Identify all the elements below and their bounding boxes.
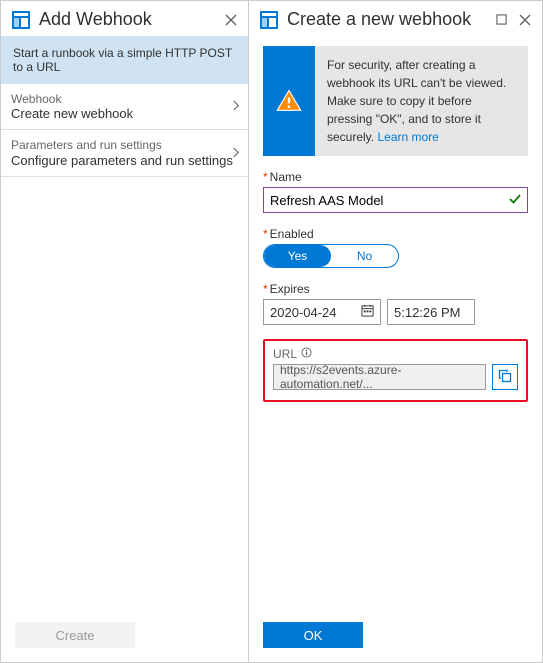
warning-icon bbox=[263, 46, 315, 156]
add-webhook-pane: Add Webhook Start a runbook via a simple… bbox=[1, 1, 249, 662]
right-footer: OK bbox=[249, 612, 542, 662]
right-title: Create a new webhook bbox=[287, 9, 494, 30]
name-label: *Name bbox=[263, 170, 528, 184]
chevron-right-icon bbox=[233, 146, 240, 161]
left-header-controls bbox=[224, 13, 238, 27]
toggle-no[interactable]: No bbox=[331, 245, 398, 267]
check-icon bbox=[509, 193, 521, 208]
menu-label: Parameters and run settings bbox=[11, 138, 233, 152]
field-expires: *Expires 2020-04-24 5:12:26 PM bbox=[263, 282, 528, 325]
url-value: https://s2events.azure-automation.net/..… bbox=[280, 364, 479, 390]
dialog-container: Add Webhook Start a runbook via a simple… bbox=[0, 0, 543, 663]
notice-text: For security, after creating a webhook i… bbox=[315, 46, 528, 156]
menu-item-webhook[interactable]: Webhook Create new webhook bbox=[1, 84, 248, 130]
expires-time-value: 5:12:26 PM bbox=[394, 305, 461, 320]
url-group: URL https://s2events.azure-automation.ne… bbox=[263, 339, 528, 402]
copy-button[interactable] bbox=[492, 364, 518, 390]
create-webhook-pane: Create a new webhook For security, after… bbox=[249, 1, 542, 662]
enabled-toggle[interactable]: Yes No bbox=[263, 244, 399, 268]
menu-value: Create new webhook bbox=[11, 106, 233, 121]
expires-time-input[interactable]: 5:12:26 PM bbox=[387, 299, 475, 325]
expires-label: *Expires bbox=[263, 282, 528, 296]
left-header: Add Webhook bbox=[1, 1, 248, 36]
menu-item-parameters[interactable]: Parameters and run settings Configure pa… bbox=[1, 130, 248, 176]
url-value-box[interactable]: https://s2events.azure-automation.net/..… bbox=[273, 364, 486, 390]
menu-value: Configure parameters and run settings bbox=[11, 153, 233, 168]
chevron-right-icon bbox=[233, 99, 240, 114]
maximize-icon[interactable] bbox=[494, 13, 508, 27]
security-notice: For security, after creating a webhook i… bbox=[263, 46, 528, 156]
copy-icon bbox=[498, 369, 512, 386]
right-header-controls bbox=[494, 13, 532, 27]
create-button[interactable]: Create bbox=[15, 622, 135, 648]
expires-date-input[interactable]: 2020-04-24 bbox=[263, 299, 381, 325]
ok-button[interactable]: OK bbox=[263, 622, 363, 648]
url-label: URL bbox=[273, 347, 297, 361]
close-icon[interactable] bbox=[518, 13, 532, 27]
close-icon[interactable] bbox=[224, 13, 238, 27]
left-title: Add Webhook bbox=[39, 9, 224, 30]
field-enabled: *Enabled Yes No bbox=[263, 227, 528, 268]
right-header: Create a new webhook bbox=[249, 1, 542, 36]
name-input[interactable] bbox=[270, 193, 509, 208]
blade-icon bbox=[259, 10, 279, 30]
toggle-yes[interactable]: Yes bbox=[264, 245, 331, 267]
info-banner: Start a runbook via a simple HTTP POST t… bbox=[1, 36, 248, 84]
field-name: *Name bbox=[263, 170, 528, 213]
calendar-icon bbox=[361, 304, 374, 320]
left-footer: Create bbox=[1, 612, 248, 662]
learn-more-link[interactable]: Learn more bbox=[377, 130, 438, 144]
right-body: For security, after creating a webhook i… bbox=[249, 36, 542, 612]
name-input-wrap[interactable] bbox=[263, 187, 528, 213]
enabled-label: *Enabled bbox=[263, 227, 528, 241]
blade-icon bbox=[11, 10, 31, 30]
info-icon[interactable] bbox=[301, 347, 312, 361]
menu-label: Webhook bbox=[11, 92, 233, 106]
expires-date-value: 2020-04-24 bbox=[270, 305, 337, 320]
